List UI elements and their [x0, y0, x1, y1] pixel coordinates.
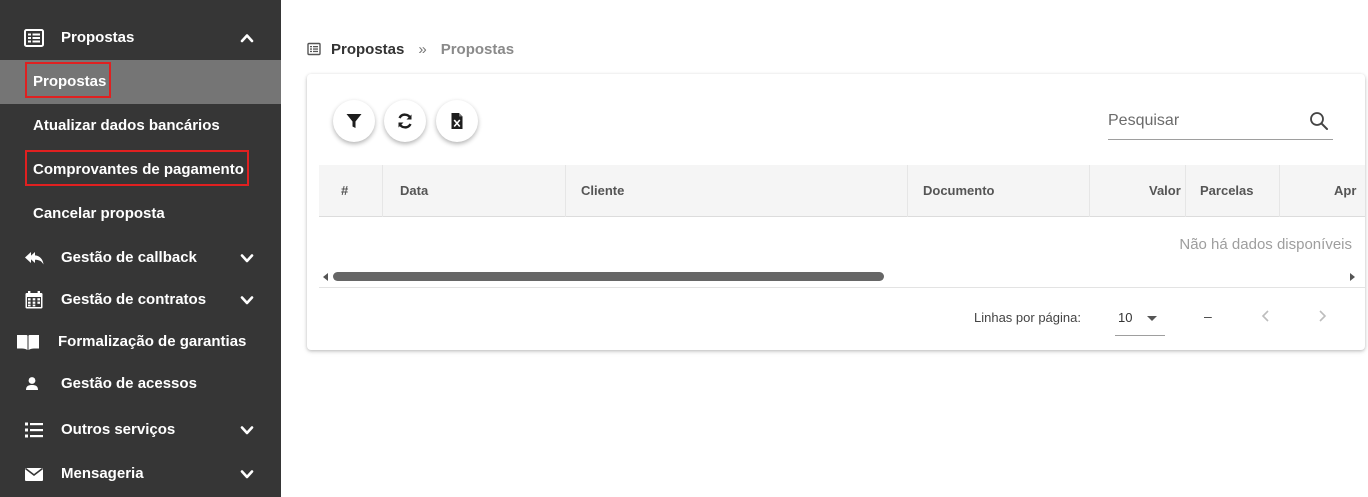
chevron-down-icon — [240, 470, 254, 479]
chevron-left-icon — [1261, 310, 1269, 322]
sidebar-item-label: Mensageria — [61, 465, 144, 482]
sidebar-item-mensageria[interactable]: Mensageria — [0, 452, 281, 496]
chevron-right-icon — [1319, 310, 1327, 322]
list-box-icon — [24, 29, 44, 47]
chevron-up-icon — [240, 34, 254, 43]
chevron-down-icon — [240, 296, 254, 305]
sidebar-item-label: Outros serviços — [61, 421, 176, 438]
rows-per-page-select[interactable]: 10 — [1115, 302, 1165, 336]
sidebar-subitem-atualizar-dados-bancarios[interactable]: Atualizar dados bancários — [0, 104, 281, 148]
column-header[interactable]: Data — [400, 183, 428, 198]
filter-icon — [346, 114, 362, 128]
search-input[interactable] — [1108, 108, 1298, 134]
horizontal-scrollbar[interactable] — [319, 270, 1365, 284]
column-separator — [1089, 165, 1090, 217]
book-open-icon — [17, 335, 39, 350]
sidebar-subitem-cancelar-proposta[interactable]: Cancelar proposta — [0, 192, 281, 236]
column-header[interactable]: Cliente — [581, 183, 624, 198]
table-header: # Data Cliente Documento Valor Parcelas … — [319, 165, 1365, 217]
scroll-left-arrow[interactable] — [323, 273, 328, 281]
rows-per-page-label: Linhas por página: — [974, 310, 1081, 325]
breadcrumb-current: Propostas — [440, 40, 515, 58]
highlight-box-propostas — [25, 62, 111, 98]
sidebar-item-outros-servicos[interactable]: Outros serviços — [0, 408, 281, 452]
refresh-button[interactable] — [384, 100, 426, 142]
list-icon — [25, 422, 43, 438]
column-separator — [565, 165, 566, 217]
reply-all-icon — [25, 252, 44, 265]
scrollbar-thumb[interactable] — [333, 272, 884, 281]
chevron-down-icon — [240, 426, 254, 435]
list-box-icon — [307, 42, 321, 56]
sidebar-item-gestao-de-contratos[interactable]: Gestão de contratos — [0, 278, 281, 322]
column-header[interactable]: Valor — [1149, 183, 1181, 198]
column-separator — [907, 165, 908, 217]
chevron-down-icon — [240, 254, 254, 263]
sidebar-item-label: Gestão de contratos — [61, 291, 207, 308]
sidebar-item-label: Gestão de acessos — [61, 375, 197, 392]
highlight-box-comprovantes — [25, 150, 249, 186]
excel-file-icon — [451, 113, 463, 129]
sidebar-subitem-label: Atualizar dados bancários — [33, 117, 220, 134]
breadcrumb: Propostas » Propostas — [307, 38, 514, 60]
empty-table-message: Não há dados disponíveis — [1179, 236, 1352, 253]
sidebar-section-propostas[interactable]: Propostas — [0, 16, 281, 60]
column-separator — [382, 165, 383, 217]
footer-divider — [319, 287, 1365, 288]
rows-per-page-value: 10 — [1118, 310, 1133, 325]
column-header[interactable]: Apr — [1334, 183, 1356, 198]
proposals-card: # Data Cliente Documento Valor Parcelas … — [307, 74, 1365, 350]
sidebar-item-label: Formalização de garantias — [58, 333, 247, 350]
search-icon[interactable] — [1309, 111, 1329, 131]
sidebar-item-gestao-de-callback[interactable]: Gestão de callback — [0, 236, 281, 280]
envelope-icon — [25, 467, 43, 481]
column-separator — [1185, 165, 1186, 217]
sidebar-item-formalizacao-de-garantias[interactable]: Formalização de garantias — [0, 320, 281, 364]
column-separator — [1279, 165, 1280, 217]
breadcrumb-separator: » — [418, 40, 427, 58]
sidebar: Propostas Propostas Atualizar dados banc… — [0, 0, 281, 497]
column-header[interactable]: # — [341, 183, 348, 198]
refresh-icon — [398, 113, 412, 129]
next-page-button[interactable] — [1313, 306, 1331, 326]
caret-down-icon — [1147, 316, 1157, 321]
calendar-icon — [25, 291, 43, 309]
sidebar-section-label: Propostas — [61, 29, 135, 46]
column-header[interactable]: Parcelas — [1200, 183, 1254, 198]
user-icon — [26, 377, 38, 390]
column-header[interactable]: Documento — [923, 183, 995, 198]
sidebar-item-gestao-de-acessos[interactable]: Gestão de acessos — [0, 362, 281, 406]
sidebar-subitem-label: Cancelar proposta — [33, 205, 165, 222]
sidebar-item-label: Gestão de callback — [61, 249, 197, 266]
search-box — [1108, 104, 1333, 140]
scroll-right-arrow[interactable] — [1350, 273, 1355, 281]
page-range: – — [1204, 308, 1212, 324]
breadcrumb-item[interactable]: Propostas — [331, 41, 404, 58]
export-excel-button[interactable] — [436, 100, 478, 142]
filter-button[interactable] — [333, 100, 375, 142]
prev-page-button[interactable] — [1257, 306, 1275, 326]
